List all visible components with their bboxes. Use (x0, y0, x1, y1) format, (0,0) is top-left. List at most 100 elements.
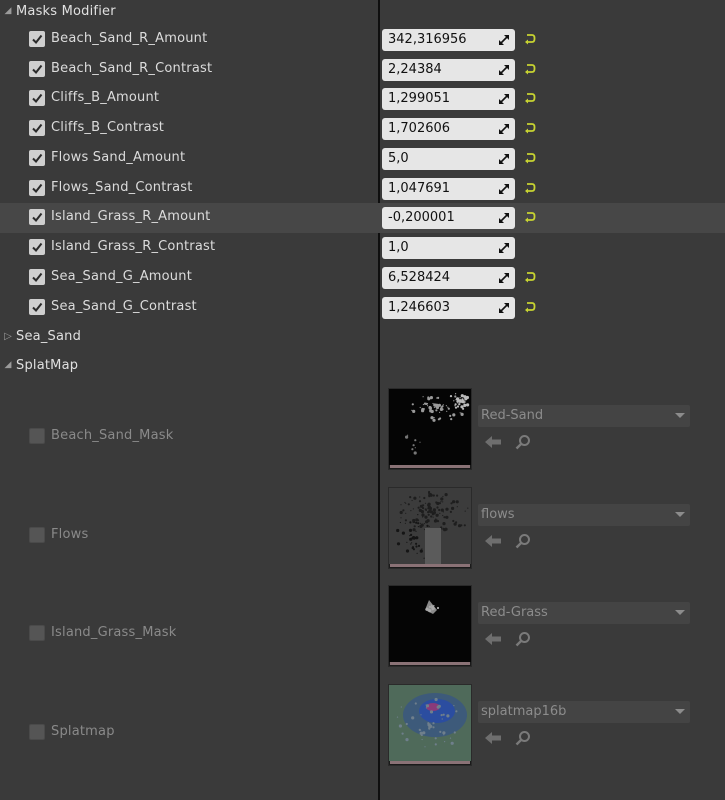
reset-to-default-icon[interactable] (524, 121, 536, 135)
numeric-input[interactable]: 1,047691 (382, 178, 515, 200)
drag-arrows-icon[interactable] (495, 180, 513, 198)
numeric-input[interactable]: 1,299051 (382, 88, 515, 110)
param-label: Sea_Sand_G_Amount (51, 269, 192, 284)
arrow-left-icon[interactable] (484, 434, 502, 450)
texture-param-label: Flows (51, 527, 89, 542)
checkmark-icon (32, 242, 43, 253)
numeric-value[interactable]: 2,24384 (388, 62, 442, 77)
checkmark-icon (32, 212, 43, 223)
param-label: Beach_Sand_R_Amount (51, 31, 208, 46)
magnifier-icon[interactable] (514, 434, 532, 450)
checkmark-icon (32, 153, 43, 164)
numeric-value[interactable]: 342,316956 (388, 32, 467, 47)
arrow-left-icon[interactable] (484, 631, 502, 647)
arrow-left-icon[interactable] (484, 730, 502, 746)
numeric-value[interactable]: 1,0 (388, 240, 409, 255)
numeric-input[interactable]: 5,0 (382, 148, 515, 170)
param-label: Sea_Sand_G_Contrast (51, 299, 197, 314)
numeric-value[interactable]: 1,246603 (388, 300, 450, 315)
enable-checkbox[interactable] (29, 428, 45, 444)
enable-checkbox[interactable] (29, 527, 45, 543)
reset-to-default-icon[interactable] (524, 210, 536, 224)
reset-to-default-icon[interactable] (524, 62, 536, 76)
drag-arrows-icon[interactable] (495, 269, 513, 287)
drag-arrows-icon[interactable] (495, 299, 513, 317)
numeric-input[interactable]: -0,200001 (382, 207, 515, 229)
enable-checkbox[interactable] (29, 31, 45, 47)
dropdown-caret-icon (675, 512, 685, 517)
thumbnail-color-bar (390, 465, 470, 468)
drag-arrows-icon[interactable] (495, 120, 513, 138)
checkmark-icon (32, 272, 43, 283)
enable-checkbox[interactable] (29, 180, 45, 196)
numeric-value[interactable]: 1,702606 (388, 121, 450, 136)
numeric-input[interactable]: 2,24384 (382, 59, 515, 81)
magnifier-icon[interactable] (514, 533, 532, 549)
texture-thumbnail[interactable] (388, 684, 472, 766)
reset-to-default-icon[interactable] (524, 270, 536, 284)
numeric-input[interactable]: 342,316956 (382, 29, 515, 51)
asset-picker-combo[interactable]: Red-Grass (478, 602, 690, 624)
enable-checkbox[interactable] (29, 269, 45, 285)
reset-to-default-icon[interactable] (524, 32, 536, 46)
expand-arrow-icon[interactable]: ◢ (0, 6, 16, 16)
param-row: Island_Grass_R_Amount -0,200001 (0, 203, 725, 233)
section-masks-modifier[interactable]: ◢ Masks Modifier (0, 0, 378, 22)
numeric-value[interactable]: 1,047691 (388, 181, 450, 196)
numeric-input[interactable]: 1,246603 (382, 297, 515, 319)
numeric-input[interactable]: 6,528424 (382, 267, 515, 289)
enable-checkbox[interactable] (29, 209, 45, 225)
enable-checkbox[interactable] (29, 299, 45, 315)
checkmark-icon (32, 93, 43, 104)
arrow-left-icon[interactable] (484, 533, 502, 549)
asset-picker-combo[interactable]: splatmap16b (478, 701, 690, 723)
section-splatmap[interactable]: ◢ SplatMap (0, 354, 378, 376)
numeric-input[interactable]: 1,702606 (382, 118, 515, 140)
reset-to-default-icon[interactable] (524, 91, 536, 105)
numeric-value[interactable]: -0,200001 (388, 210, 455, 225)
section-sea-sand[interactable]: ▷ Sea_Sand (0, 325, 378, 347)
param-row: Sea_Sand_G_Contrast 1,246603 (0, 293, 725, 323)
asset-name: Red-Grass (481, 605, 548, 620)
enable-checkbox[interactable] (29, 150, 45, 166)
param-label: Flows_Sand_Contrast (51, 180, 193, 195)
enable-checkbox[interactable] (29, 120, 45, 136)
drag-arrows-icon[interactable] (495, 209, 513, 227)
texture-thumbnail[interactable] (388, 487, 472, 569)
drag-arrows-icon[interactable] (495, 150, 513, 168)
checkmark-icon (32, 123, 43, 134)
numeric-value[interactable]: 1,299051 (388, 91, 450, 106)
drag-arrows-icon[interactable] (495, 61, 513, 79)
numeric-value[interactable]: 6,528424 (388, 270, 450, 285)
dropdown-caret-icon (675, 610, 685, 615)
texture-thumbnail[interactable] (388, 388, 472, 470)
texture-param-label: Splatmap (51, 724, 115, 739)
asset-name: flows (481, 507, 515, 522)
collapsed-arrow-icon[interactable]: ▷ (0, 331, 16, 342)
asset-name: Red-Sand (481, 408, 544, 423)
numeric-value[interactable]: 5,0 (388, 151, 409, 166)
enable-checkbox[interactable] (29, 90, 45, 106)
texture-param-label: Beach_Sand_Mask (51, 428, 174, 443)
enable-checkbox[interactable] (29, 239, 45, 255)
reset-to-default-icon[interactable] (524, 181, 536, 195)
param-row: Cliffs_B_Contrast 1,702606 (0, 114, 725, 144)
asset-picker-combo[interactable]: flows (478, 504, 690, 526)
reset-to-default-icon[interactable] (524, 300, 536, 314)
numeric-input[interactable]: 1,0 (382, 237, 515, 259)
expand-arrow-icon[interactable]: ◢ (0, 360, 16, 370)
thumbnail-color-bar (390, 564, 470, 567)
drag-arrows-icon[interactable] (495, 31, 513, 49)
magnifier-icon[interactable] (514, 631, 532, 647)
texture-thumbnail[interactable] (388, 585, 472, 667)
drag-arrows-icon[interactable] (495, 90, 513, 108)
reset-to-default-icon[interactable] (524, 151, 536, 165)
asset-picker-combo[interactable]: Red-Sand (478, 405, 690, 427)
drag-arrows-icon[interactable] (495, 239, 513, 257)
enable-checkbox[interactable] (29, 724, 45, 740)
enable-checkbox[interactable] (29, 61, 45, 77)
checkmark-icon (32, 183, 43, 194)
param-row: Island_Grass_R_Contrast 1,0 (0, 233, 725, 263)
magnifier-icon[interactable] (514, 730, 532, 746)
enable-checkbox[interactable] (29, 625, 45, 641)
